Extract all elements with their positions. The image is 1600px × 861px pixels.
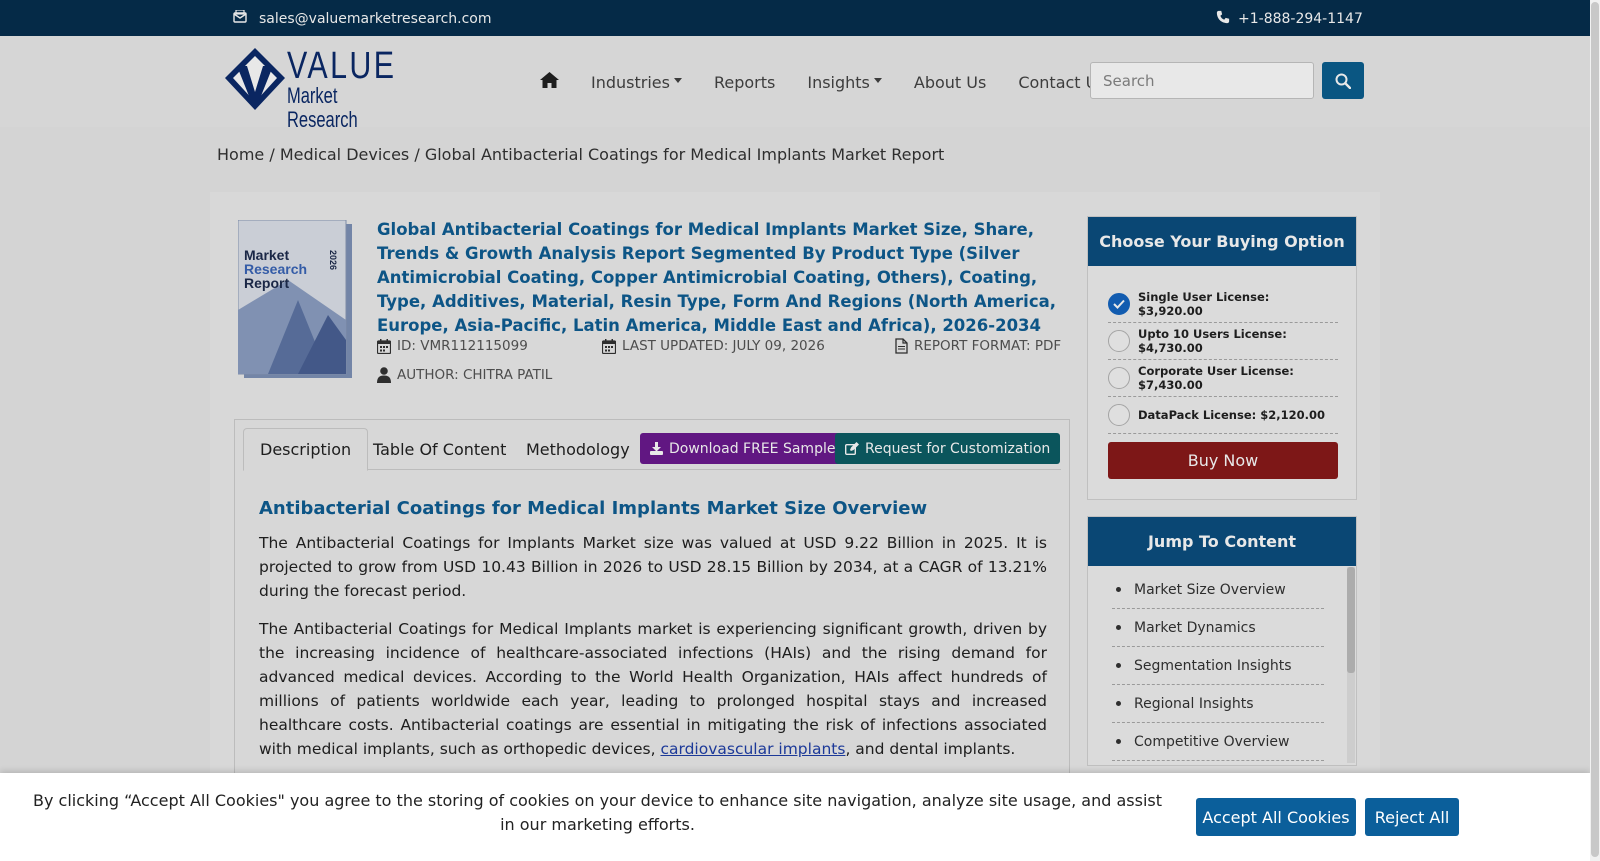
file-icon [895,338,908,354]
report-title: Global Antibacterial Coatings for Medica… [377,220,1057,335]
nav-reports-label: Reports [713,72,776,92]
option-datapack[interactable]: DataPack License: $2,120.00 [1108,397,1338,434]
scrollbar-thumb[interactable] [1347,567,1355,673]
jump-to-content-header: Jump To Content [1088,517,1356,566]
logo-v-mark [225,48,285,110]
check-icon [1113,299,1125,309]
nav-insights[interactable]: Insights [807,73,882,92]
logo-text-value: VALUE [287,45,397,87]
caret-down-icon [673,77,682,83]
edit-icon [845,442,859,455]
option-label: Corporate User License: $7,430.00 [1138,364,1294,392]
overview-paragraph-2: The Antibacterial Coatings for Medical I… [259,617,1047,761]
search-input[interactable] [1090,62,1314,99]
site-header: VALUE Market Research Industries Reports… [0,36,1590,132]
site-logo[interactable]: VALUE Market Research [225,45,405,132]
reject-all-button[interactable]: Reject All [1365,798,1459,836]
jump-to-content-box: Jump To Content Market Size Overview Mar… [1087,516,1357,766]
jump-item[interactable]: Competitive Overview [1112,723,1324,761]
radio-unchecked[interactable] [1108,330,1130,352]
report-author-text: AUTHOR: CHITRA PATIL [397,367,553,383]
request-customization-button[interactable]: Request for Customization [835,433,1061,464]
jump-list-scrollbar[interactable] [1347,567,1355,763]
option-upto-10-users[interactable]: Upto 10 Users License: $4,730.00 [1108,323,1338,360]
report-format: REPORT FORMAT: PDF [895,338,1061,354]
radio-checked[interactable] [1108,293,1130,315]
jump-item[interactable]: Market Size Overview [1112,571,1324,609]
tab-description[interactable]: Description [243,428,369,471]
report-id: ID: VMR112115099 [377,338,528,354]
report-author: AUTHOR: CHITRA PATIL [377,367,552,383]
report-updated-text: LAST UPDATED: JULY 09, 2026 [622,338,825,354]
calendar-icon [602,338,616,354]
accept-all-cookies-button[interactable]: Accept All Cookies [1196,798,1356,836]
nav-reports[interactable]: Reports [714,73,775,92]
option-corporate-user[interactable]: Corporate User License: $7,430.00 [1108,360,1338,397]
tab-table-of-content[interactable]: Table Of Content [357,428,522,470]
paragraph-text: , and dental implants. [845,740,1016,758]
jump-item[interactable]: Segmentation Insights [1112,647,1324,685]
option-label: Single User License: $3,920.00 [1138,290,1270,318]
jump-item[interactable]: Market Dynamics [1112,609,1324,647]
email-text[interactable]: sales@valuemarketresearch.com [259,11,492,27]
tab-bar: Description Table Of Content Methodology… [243,428,1061,471]
top-contact-bar: sales@valuemarketresearch.com +1-888-294… [0,0,1590,36]
section-heading: Antibacterial Coatings for Medical Impla… [259,498,928,519]
report-format-text: REPORT FORMAT: PDF [914,338,1062,354]
option-label: DataPack License: $2,120.00 [1138,408,1325,422]
cardiovascular-implants-link[interactable]: cardiovascular implants [660,740,845,758]
phone-icon [1216,10,1230,28]
report-cover-image: Market Research Report 2026 [238,220,352,378]
calendar-icon [377,338,391,354]
breadcrumb[interactable]: Home / Medical Devices / Global Antibact… [217,145,944,164]
buying-options-header: Choose Your Buying Option [1088,217,1356,266]
phone-contact[interactable]: +1-888-294-1147 [1216,10,1363,28]
main-nav: Industries Reports Insights About Us Con… [540,72,1138,92]
search-icon [1335,73,1351,89]
report-updated: LAST UPDATED: JULY 09, 2026 [602,338,825,354]
cookie-banner: By clicking “Accept All Cookies" you agr… [0,773,1590,861]
scrollbar-thumb[interactable] [1591,2,1599,857]
logo-text-market-research: Market Research [287,83,358,132]
paragraph-text: The Antibacterial Coatings for Medical I… [259,620,1047,758]
phone-text[interactable]: +1-888-294-1147 [1238,11,1363,27]
search-button[interactable] [1322,62,1364,99]
user-icon [377,367,391,383]
tab-methodology[interactable]: Methodology [510,428,646,470]
option-single-user[interactable]: Single User License: $3,920.00 [1108,286,1338,323]
download-sample-button[interactable]: Download FREE Sample [640,433,846,464]
radio-unchecked[interactable] [1108,404,1130,426]
page-scrollbar[interactable] [1590,0,1600,861]
envelope-icon [233,9,247,27]
nav-industries-label: Industries [591,72,670,92]
download-sample-label: Download FREE Sample [669,440,836,457]
jump-list: Market Size Overview Market Dynamics Seg… [1112,571,1324,761]
email-contact[interactable]: sales@valuemarketresearch.com [233,9,492,27]
download-icon [650,442,663,455]
nav-industries[interactable]: Industries [591,73,682,92]
svg-text:2026: 2026 [328,250,338,270]
nav-about-us[interactable]: About Us [914,73,986,92]
caret-down-icon [873,77,882,83]
buying-options-box: Choose Your Buying Option Single User Li… [1087,216,1357,500]
request-customization-label: Request for Customization [865,440,1051,457]
radio-unchecked[interactable] [1108,367,1130,389]
report-id-text: ID: VMR112115099 [397,338,528,354]
jump-item[interactable]: Regional Insights [1112,685,1324,723]
option-label: Upto 10 Users License: $4,730.00 [1138,327,1287,355]
nav-insights-label: Insights [807,72,870,92]
cookie-text: By clicking “Accept All Cookies" you agr… [33,791,1162,834]
svg-text:Report: Report [244,275,289,291]
buy-now-button[interactable]: Buy Now [1108,442,1338,479]
home-icon[interactable] [540,72,559,92]
nav-about-label: About Us [913,72,987,92]
overview-paragraph-1: The Antibacterial Coatings for Implants … [259,534,1047,600]
